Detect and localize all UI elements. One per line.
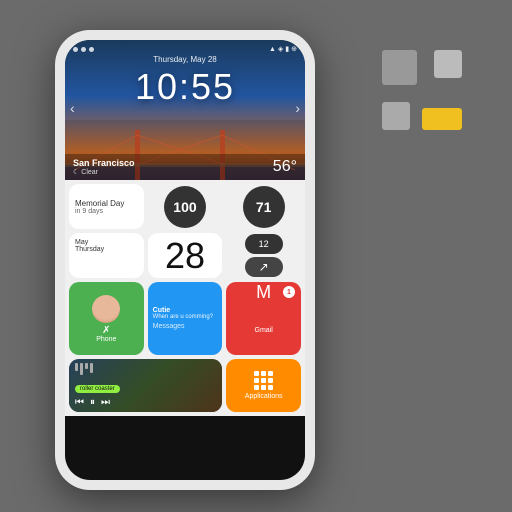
gmail-app-widget[interactable]: 1 M Gmail [226, 282, 301, 355]
app-dot-9 [268, 385, 273, 390]
app-dot-7 [254, 385, 259, 390]
big-date-widget[interactable]: 28 [148, 233, 223, 278]
time-date-display: Thursday, May 28 10:55 [65, 55, 305, 108]
app-dot-2 [261, 371, 266, 376]
app-dot-4 [254, 378, 259, 383]
nav-arrow-left[interactable]: ‹ [70, 100, 75, 116]
applications-widget[interactable]: Applications [226, 359, 301, 412]
memorial-widget[interactable]: Memorial Day in 9 days [69, 184, 144, 229]
logo-cell-2 [434, 50, 462, 78]
contact-avatar [92, 295, 120, 323]
gmail-icon: M [256, 282, 271, 303]
music-controls: ⏮ ⏸ ⏭ [75, 397, 216, 408]
status-dot-2 [81, 47, 86, 52]
circle-widget-100[interactable]: 100 [164, 186, 206, 228]
logo-cell-3 [382, 102, 410, 130]
time-display: 10:55 [65, 66, 305, 108]
day-name-label: Thursday [75, 246, 138, 253]
missed-call-icon: ✗ [102, 325, 110, 336]
music-widget[interactable]: roller coaster ⏮ ⏸ ⏭ [69, 359, 222, 412]
messages-widget-label: Messages [153, 323, 218, 330]
next-track-button[interactable]: ⏭ [101, 397, 110, 408]
phone-screen: ▲ ◈ ▮ ⊕ Thursday, May 28 10:55 ‹ › [65, 40, 305, 480]
hero-widget: ▲ ◈ ▮ ⊕ Thursday, May 28 10:55 ‹ › [65, 40, 305, 180]
music-bars [75, 363, 216, 375]
app-dot-5 [261, 378, 266, 383]
applications-label: Applications [245, 393, 283, 400]
small-circles-widget: 12 ↗ [226, 233, 301, 278]
app-dot-6 [268, 378, 273, 383]
music-content: roller coaster ⏮ ⏸ ⏭ [75, 363, 216, 408]
bar2 [80, 363, 83, 375]
arrow-icon: ↗ [259, 260, 269, 274]
music-song-pill: roller coaster [75, 385, 120, 393]
moon-icon: ☾ [73, 168, 79, 176]
avatar-face [92, 295, 120, 323]
status-dot-1 [73, 47, 78, 52]
temperature-display: 56° [273, 158, 297, 176]
messages-preview: When are u comming? [153, 314, 218, 320]
messages-app-widget[interactable]: Cutie When are u comming? Messages [148, 282, 223, 355]
arrow-circle[interactable]: ↗ [245, 257, 283, 277]
bar1 [75, 363, 78, 371]
phone-app-widget[interactable]: ✗ Phone [69, 282, 144, 355]
phone-mockup: ▲ ◈ ▮ ⊕ Thursday, May 28 10:55 ‹ › [55, 30, 315, 490]
app-dot-3 [268, 371, 273, 376]
prev-track-button[interactable]: ⏮ [75, 397, 84, 408]
small-circle-12[interactable]: 12 [245, 234, 283, 254]
play-pause-button[interactable]: ⏸ [90, 397, 95, 408]
gmail-widget-label: Gmail [255, 305, 273, 355]
settings-icon: ⊕ [291, 45, 297, 53]
wifi-icon: ◈ [278, 45, 283, 53]
app-logo [382, 50, 462, 130]
app-dot-1 [254, 371, 259, 376]
circle-71-number: 71 [256, 199, 272, 215]
phone-widget-label: Phone [96, 336, 116, 343]
memorial-line1: Memorial Day [75, 199, 138, 208]
big-date-number: 28 [165, 235, 205, 277]
date-text-widget[interactable]: May Thursday [69, 233, 144, 278]
status-bar: ▲ ◈ ▮ ⊕ [65, 40, 305, 58]
memorial-line2: in 9 days [75, 208, 138, 215]
weather-condition: ☾ Clear [73, 168, 135, 176]
month-label: May [75, 239, 138, 246]
city-name: San Francisco [73, 158, 135, 168]
weather-bar: San Francisco ☾ Clear 56° [65, 154, 305, 180]
logo-cell-1 [382, 50, 417, 85]
battery-icon: ▮ [285, 45, 289, 53]
app-dot-8 [261, 385, 266, 390]
circle-71-wrapper: 71 [226, 184, 301, 229]
messages-sender: Cutie [153, 307, 218, 314]
nav-arrow-right[interactable]: › [295, 100, 300, 116]
bar4 [90, 363, 93, 373]
gmail-badge: 1 [283, 286, 295, 298]
weather-location: San Francisco ☾ Clear [73, 158, 135, 176]
status-right-icons: ▲ ◈ ▮ ⊕ [269, 45, 297, 53]
circle-100-number: 100 [173, 199, 196, 215]
signal-icon: ▲ [269, 46, 276, 53]
status-dot-3 [89, 47, 94, 52]
circle-100-wrapper: 100 [148, 184, 223, 229]
widgets-grid: Memorial Day in 9 days 100 71 May [65, 180, 305, 416]
logo-cell-4 [422, 108, 462, 130]
bar3 [85, 363, 88, 369]
apps-grid-icon [254, 371, 273, 390]
circle-widget-71[interactable]: 71 [243, 186, 285, 228]
status-left-icons [73, 47, 94, 52]
